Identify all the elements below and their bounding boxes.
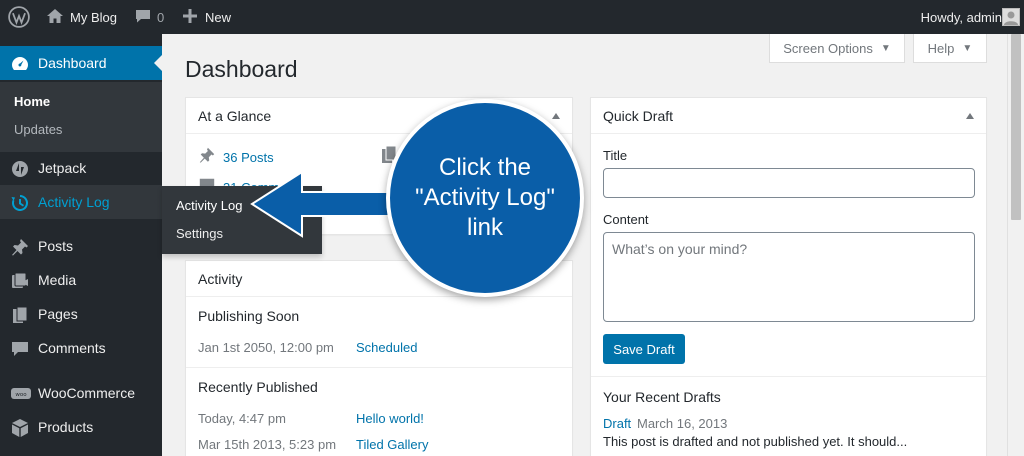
sidebar-item-label: Posts <box>38 238 74 254</box>
avatar[interactable] <box>1002 8 1020 26</box>
admin-bar: My Blog 0 New Howdy, admin <box>0 0 1024 34</box>
menu-separator <box>0 365 162 374</box>
howdy-label: Howdy, admin <box>920 9 1002 25</box>
scrollbar-thumb[interactable] <box>1011 34 1021 220</box>
publishing-soon-heading: Publishing Soon <box>198 308 300 324</box>
submenu-home[interactable]: Home <box>14 94 50 109</box>
comment-count: 0 <box>157 9 165 25</box>
flyout-activity-log-link[interactable]: Activity Log <box>176 198 242 213</box>
published-post-link[interactable]: Hello world! <box>356 411 424 426</box>
sidebar-item-label: Dashboard <box>38 55 107 71</box>
caret-down-icon: ▼ <box>962 42 973 54</box>
comments-link[interactable]: 0 <box>135 0 164 34</box>
site-name: My Blog <box>70 9 117 25</box>
scheduled-post-link[interactable]: Scheduled <box>356 340 417 355</box>
draft-date: March 16, 2013 <box>637 416 728 431</box>
scheduled-date: Jan 1st 2050, 12:00 pm <box>198 340 334 355</box>
sidebar-item-label: Pages <box>38 306 78 322</box>
screen-options-label: Screen Options <box>783 40 873 56</box>
sidebar-item-label: Jetpack <box>38 160 87 176</box>
draft-link[interactable]: Draft <box>603 416 631 431</box>
submenu-updates[interactable]: Updates <box>14 122 62 137</box>
dashboard-gauge-icon <box>10 54 30 74</box>
sidebar-item-posts[interactable]: Posts <box>0 229 162 263</box>
content-label: Content <box>603 212 649 227</box>
sidebar-item-media[interactable]: Media <box>0 263 162 297</box>
pushpin-icon <box>198 146 216 169</box>
woocommerce-icon: woo <box>10 384 31 404</box>
draft-content-textarea[interactable]: What’s on your mind? <box>603 232 975 322</box>
callout-bubble: Click the "Activity Log" link <box>386 99 584 297</box>
arrow-left-icon <box>250 170 399 238</box>
quick-draft-widget: Quick Draft Title Content What’s on your… <box>590 97 987 456</box>
divider <box>591 376 986 377</box>
sidebar-item-jetpack[interactable]: Jetpack <box>0 151 162 185</box>
wordpress-logo-icon[interactable] <box>8 0 30 34</box>
sidebar-item-pages[interactable]: Pages <box>0 297 162 331</box>
widget-title: At a Glance <box>198 108 272 124</box>
new-content-link[interactable]: New <box>183 0 231 34</box>
sidebar-item-activity-log[interactable]: Activity Log <box>0 185 162 219</box>
home-icon <box>46 8 64 27</box>
callout-line: link <box>466 214 503 241</box>
dashboard-submenu: Home Updates <box>0 82 162 152</box>
media-icon <box>10 271 30 291</box>
jetpack-icon <box>10 159 30 179</box>
svg-text:woo: woo <box>15 392 27 398</box>
save-draft-label: Save Draft <box>613 341 675 357</box>
published-date: Today, 4:47 pm <box>198 411 286 426</box>
sidebar-item-woocommerce[interactable]: woo WooCommerce <box>0 376 162 410</box>
save-draft-button[interactable]: Save Draft <box>603 334 685 364</box>
pushpin-icon <box>10 237 30 257</box>
sidebar-item-products[interactable]: Products <box>0 410 162 444</box>
comment-bubble-icon <box>10 339 30 359</box>
menu-separator <box>0 219 162 228</box>
recent-drafts-heading: Your Recent Drafts <box>603 389 721 405</box>
admin-sidebar: Dashboard Home Updates Jetpack Activity … <box>0 34 162 456</box>
published-post-link[interactable]: Tiled Gallery <box>356 437 428 452</box>
flyout-settings-link[interactable]: Settings <box>176 226 223 241</box>
posts-count-link: 36 Posts <box>223 150 274 165</box>
glance-posts[interactable]: 36 Posts <box>198 146 274 169</box>
pages-icon <box>10 305 30 325</box>
clock-history-icon <box>10 193 30 213</box>
sidebar-item-comments[interactable]: Comments <box>0 331 162 365</box>
draft-excerpt: This post is drafted and not published y… <box>603 434 908 449</box>
sidebar-item-label: Media <box>38 272 77 288</box>
published-date: Mar 15th 2013, 5:23 pm <box>198 437 337 452</box>
sidebar-item-label: Comments <box>38 340 106 356</box>
divider <box>186 367 572 368</box>
caret-down-icon: ▼ <box>880 42 891 54</box>
page-scrollbar[interactable] <box>1007 34 1024 456</box>
howdy-account-link[interactable]: Howdy, admin <box>921 0 1002 34</box>
sidebar-item-label: WooCommerce <box>38 385 135 401</box>
widget-title: Activity <box>198 271 243 287</box>
screen-options-button[interactable]: Screen Options ▼ <box>769 34 905 63</box>
sidebar-item-label: Activity Log <box>38 194 110 210</box>
collapse-toggle-icon[interactable] <box>966 113 974 119</box>
recently-published-heading: Recently Published <box>198 379 318 395</box>
widget-title: Quick Draft <box>603 108 674 124</box>
sidebar-item-label: Products <box>38 419 94 435</box>
page-title: Dashboard <box>185 56 298 82</box>
callout-line: Click the <box>438 154 532 181</box>
site-name-link[interactable]: My Blog <box>46 0 117 34</box>
products-box-icon <box>10 418 30 438</box>
collapse-toggle-icon[interactable] <box>552 113 560 119</box>
help-button[interactable]: Help ▼ <box>913 34 987 63</box>
help-label: Help <box>927 40 955 56</box>
new-label: New <box>205 9 232 25</box>
comment-bubble-icon <box>135 8 151 27</box>
draft-title-input[interactable] <box>603 168 975 198</box>
sidebar-item-dashboard[interactable]: Dashboard <box>0 46 162 80</box>
widget-header[interactable]: Quick Draft <box>591 98 986 134</box>
callout-line: "Activity Log" <box>415 184 555 211</box>
title-label: Title <box>603 148 628 163</box>
plus-icon <box>183 8 197 26</box>
content-placeholder: What’s on your mind? <box>612 241 748 257</box>
